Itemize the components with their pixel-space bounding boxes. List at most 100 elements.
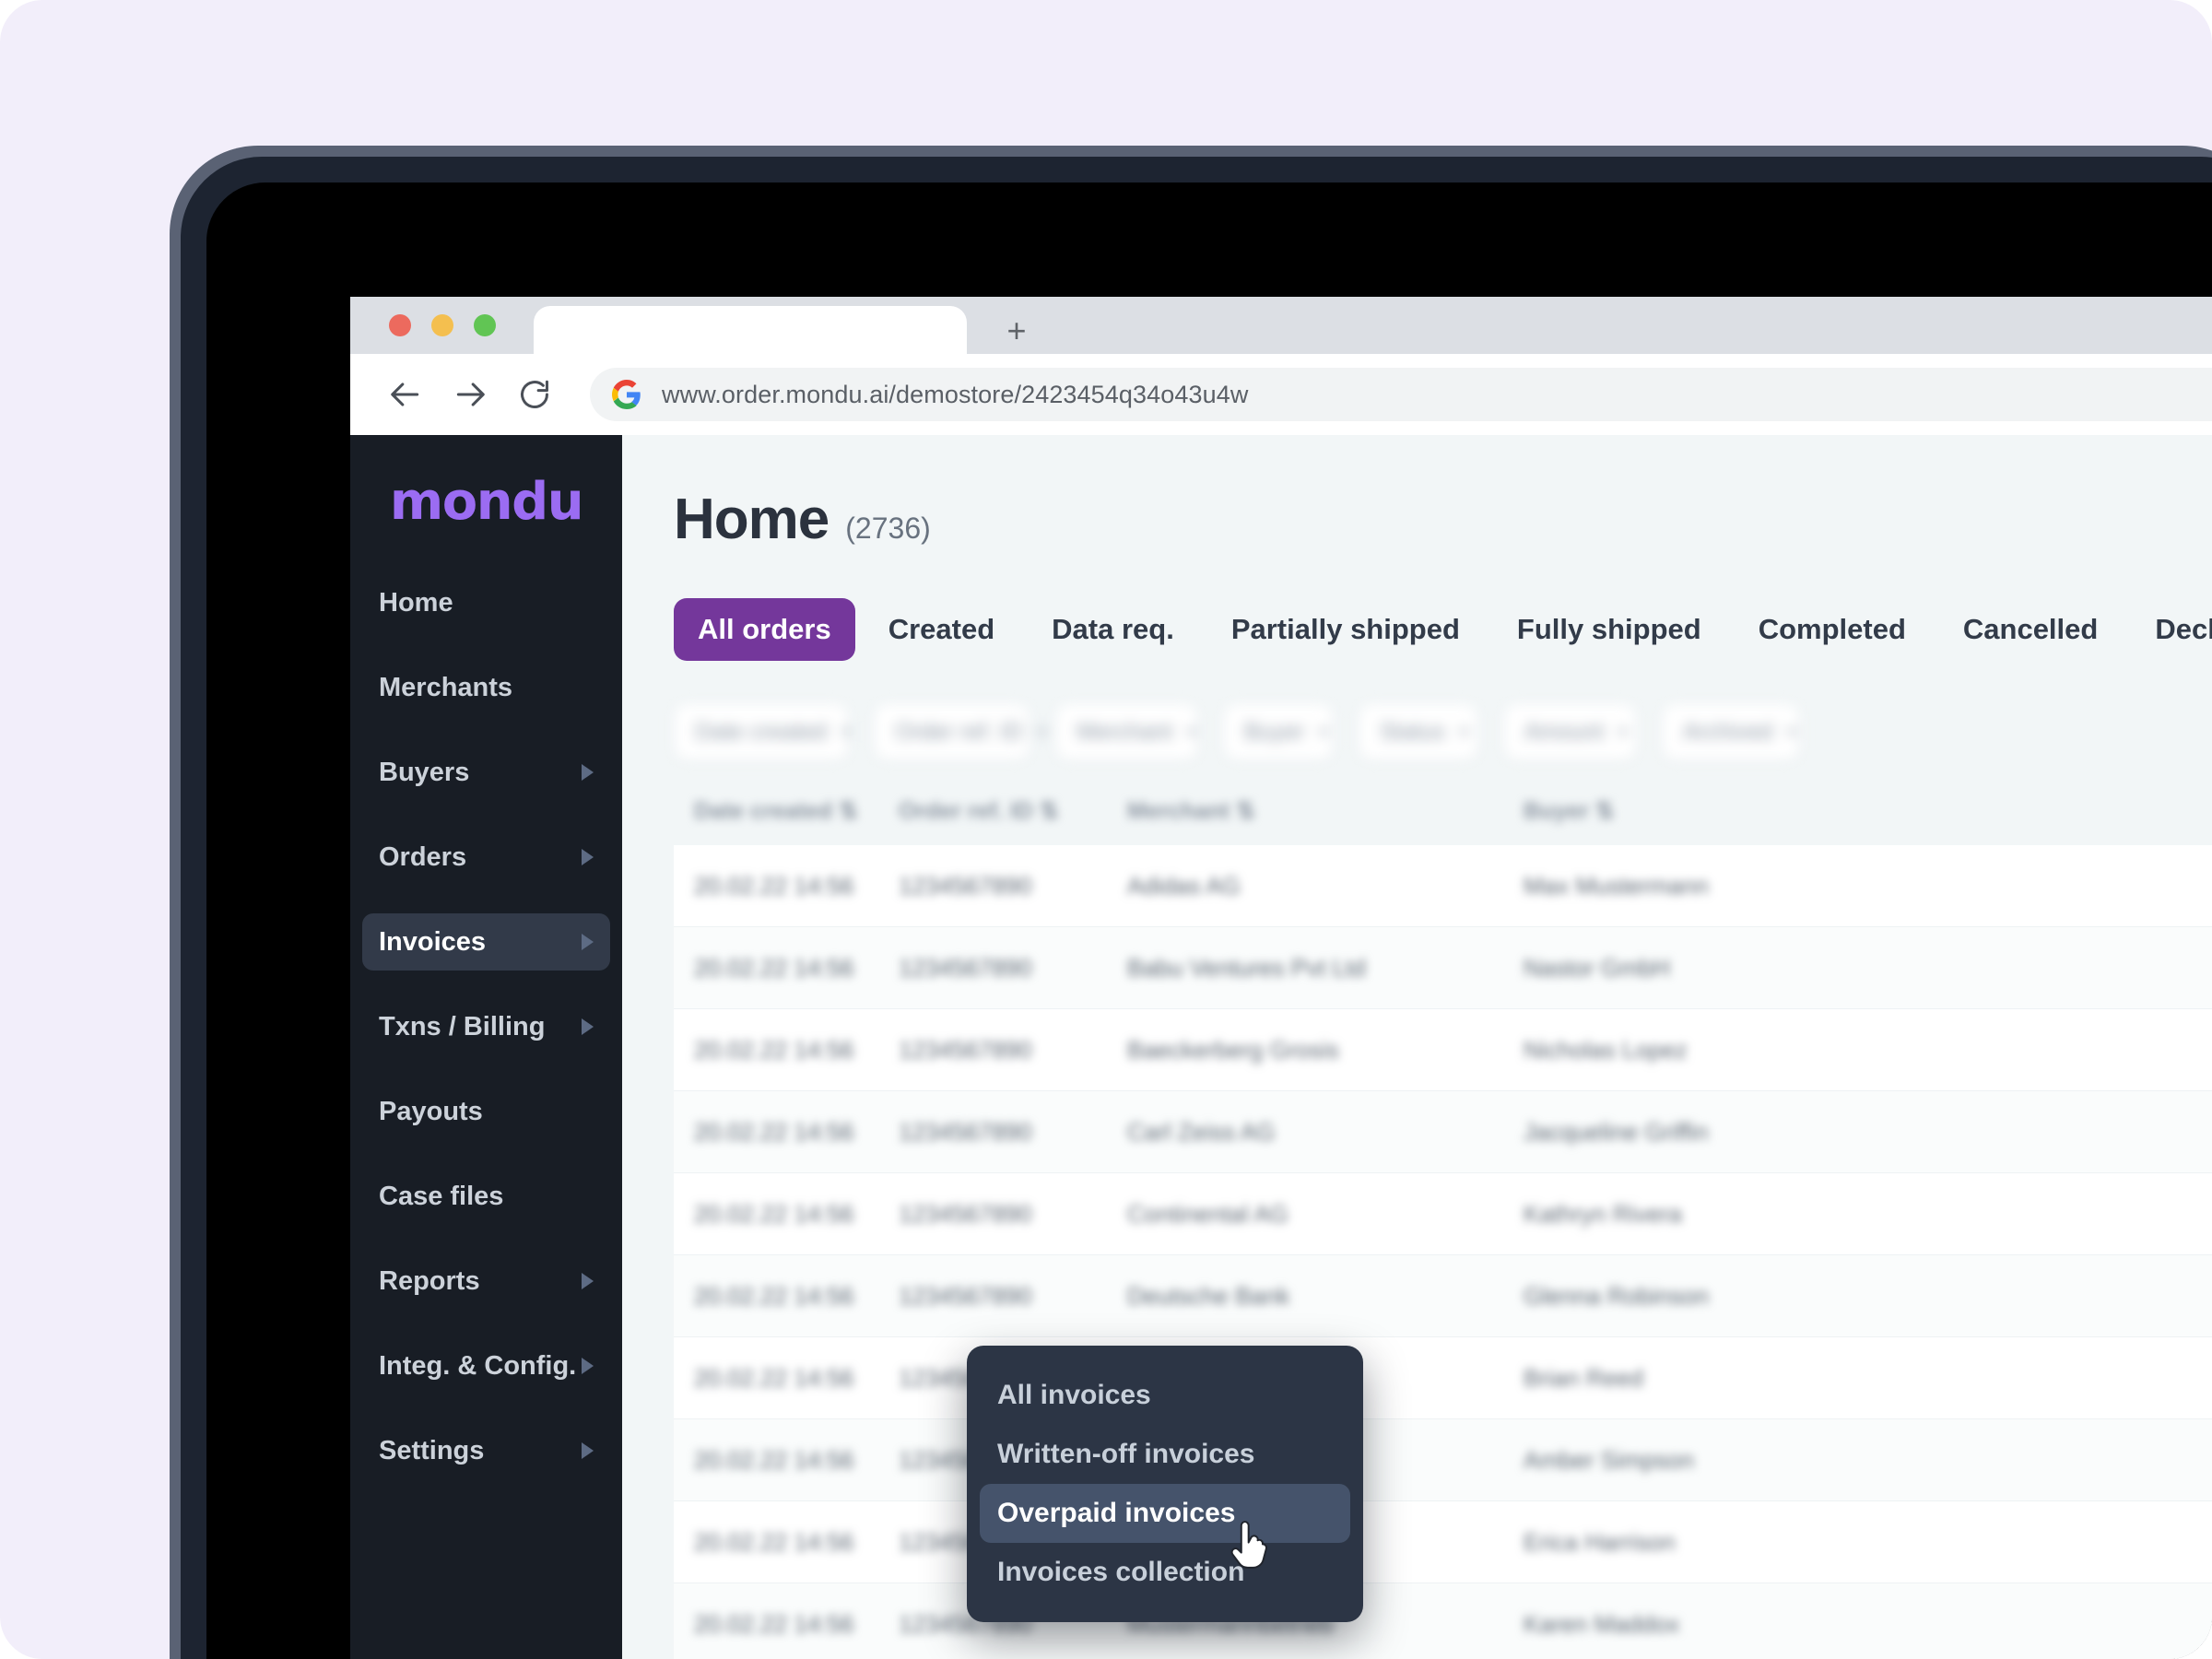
sidebar-item-orders[interactable]: Orders [362, 829, 610, 886]
sidebar-item-invoices[interactable]: Invoices [362, 913, 610, 971]
table-cell-buyer: Brian Reed [1524, 1364, 2003, 1393]
sidebar-item-label: Orders [379, 842, 582, 873]
maximize-window-button[interactable] [474, 314, 496, 336]
table-cell-date: 20.02.22 14:56 [694, 1610, 899, 1639]
browser-tab-strip: + [350, 297, 2212, 354]
table-row[interactable]: 20.02.22 14:561234567890Eberhard FaberAm… [674, 1419, 2212, 1501]
sidebar-item-reports[interactable]: Reports [362, 1253, 610, 1310]
table-row[interactable]: 20.02.22 14:561234567890Babu Ventures Pv… [674, 927, 2212, 1009]
sidebar-item-integ-config[interactable]: Integ. & Config. [362, 1337, 610, 1394]
tab-completed[interactable]: Completed [1735, 598, 1930, 661]
nav-spacer [350, 1142, 622, 1168]
filter-amount[interactable]: Amount▾ [1503, 703, 1637, 760]
table-cell-buyer: Nicholas Lopez [1524, 1036, 2003, 1065]
tab-declined[interactable]: Declined [2131, 598, 2212, 661]
table-row[interactable]: 20.02.22 14:561234567890Mustermannbetrie… [674, 1583, 2212, 1659]
tab-cancelled[interactable]: Cancelled [1939, 598, 2122, 661]
sidebar-item-label: Integ. & Config. [379, 1351, 582, 1382]
chevron-right-icon [582, 1358, 594, 1374]
browser-tab[interactable] [534, 306, 967, 354]
sidebar-item-buyers[interactable]: Buyers [362, 744, 610, 801]
invoices-submenu: All invoicesWritten-off invoicesOverpaid… [967, 1346, 1363, 1622]
sidebar-item-label: Merchants [379, 673, 594, 703]
filter-buyer[interactable]: Buyer▾ [1223, 703, 1334, 760]
submenu-item-all-invoices[interactable]: All invoices [980, 1366, 1350, 1425]
nav-spacer [350, 1481, 622, 1507]
table-row[interactable]: 20.02.22 14:561234567890Carl Zeiss AGJac… [674, 1091, 2212, 1173]
tab-fully-shipped[interactable]: Fully shipped [1493, 598, 1725, 661]
table-row[interactable]: 20.02.22 14:561234567890DHL ExpressBrian… [674, 1337, 2212, 1419]
tab-all-orders[interactable]: All orders [674, 598, 855, 661]
chevron-down-icon: ▾ [1618, 723, 1627, 742]
table-row[interactable]: 20.02.22 14:561234567890Deutsche BankGle… [674, 1255, 2212, 1337]
tab-created[interactable]: Created [865, 598, 1018, 661]
sidebar: mondu HomeMerchantsBuyersOrdersInvoicesT… [350, 435, 622, 1659]
page-title: Home [674, 487, 829, 552]
tab-data-req[interactable]: Data req. [1028, 598, 1198, 661]
browser-toolbar: www.order.mondu.ai/demostore/2423454q34o… [350, 354, 2212, 435]
chevron-right-icon [582, 934, 594, 950]
submenu-item-overpaid-invoices[interactable]: Overpaid invoices [980, 1484, 1350, 1543]
submenu-item-invoices-collection[interactable]: Invoices collection [980, 1543, 1350, 1602]
table-cell-status [2003, 1112, 2212, 1152]
table-column-header[interactable]: Order ref. ID ⇅ [899, 797, 1127, 825]
chevron-down-icon: ▾ [1787, 723, 1795, 742]
table-cell-buyer: Max Mustermann [1524, 872, 2003, 900]
sidebar-item-txns-billing[interactable]: Txns / Billing [362, 998, 610, 1055]
table-row[interactable]: 20.02.22 14:561234567890Evonik Industrie… [674, 1501, 2212, 1583]
sidebar-item-label: Payouts [379, 1097, 594, 1127]
table-cell-buyer: Glenna Robinson [1524, 1282, 2003, 1311]
nav-spacer [350, 1312, 622, 1337]
sidebar-item-settings[interactable]: Settings [362, 1422, 610, 1479]
filter-date-created[interactable]: Date created▾ [674, 703, 849, 760]
filter-archived[interactable]: Archived▾ [1662, 703, 1800, 760]
table-cell-date: 20.02.22 14:56 [694, 1446, 899, 1475]
filter-merchant[interactable]: Merchant▾ [1055, 703, 1198, 760]
screenshot-canvas: + [0, 0, 2212, 1659]
nav-spacer [350, 1057, 622, 1083]
table-row[interactable]: 20.02.22 14:561234567890Baeckerberg Gros… [674, 1009, 2212, 1091]
table-cell-order: 1234567890 [899, 954, 1127, 982]
address-bar[interactable]: www.order.mondu.ai/demostore/2423454q34o… [590, 368, 2212, 421]
filter-order-ref-id[interactable]: Order ref. ID▾ [874, 703, 1030, 760]
table-cell-status [2003, 1276, 2212, 1316]
google-icon [612, 380, 641, 409]
table-row[interactable]: 20.02.22 14:561234567890Adidas AGMax Mus… [674, 845, 2212, 927]
sidebar-item-label: Reports [379, 1266, 582, 1297]
reload-button[interactable] [509, 369, 560, 420]
table-column-header[interactable]: Status ⇅ [2003, 797, 2212, 825]
sidebar-item-home[interactable]: Home [362, 574, 610, 631]
sidebar-item-payouts[interactable]: Payouts [362, 1083, 610, 1140]
sidebar-item-label: Txns / Billing [379, 1012, 582, 1042]
table-column-header[interactable]: Date created ⇅ [694, 797, 899, 825]
table-column-header[interactable]: Merchant ⇅ [1127, 797, 1524, 825]
close-window-button[interactable] [389, 314, 411, 336]
forward-button[interactable] [444, 369, 496, 420]
table-cell-merchant: Continental AG [1127, 1200, 1524, 1229]
table-body: 20.02.22 14:56 1234567890 Adidas AGMax Mus… [674, 845, 2212, 1659]
table-cell-buyer: Karen Maddox [1524, 1610, 2003, 1639]
submenu-item-written-off-invoices[interactable]: Written-off invoices [980, 1425, 1350, 1484]
minimize-window-button[interactable] [431, 314, 453, 336]
back-button[interactable] [380, 369, 431, 420]
table-row[interactable]: 20.02.22 14:561234567890Continental AGKa… [674, 1173, 2212, 1255]
tab-partially-shipped[interactable]: Partially shipped [1207, 598, 1484, 661]
table-cell-date: 20.02.22 14:56 [694, 1528, 899, 1557]
filter-status[interactable]: Status▾ [1359, 703, 1478, 760]
table-cell-date: 20.02.22 14:56 [694, 1118, 899, 1147]
filter-label: Status [1380, 719, 1445, 746]
chevron-right-icon [582, 1018, 594, 1035]
table-cell-order: 1234567890 [899, 1282, 1127, 1311]
filter-label: Date created [695, 719, 827, 746]
table-cell-buyer: Amber Simpson [1524, 1446, 2003, 1475]
new-tab-button[interactable]: + [995, 310, 1038, 352]
sidebar-item-label: Invoices [379, 927, 582, 958]
nav-spacer [350, 633, 622, 659]
table-column-header[interactable]: Buyer ⇅ [1524, 797, 2003, 825]
sidebar-item-case-files[interactable]: Case files [362, 1168, 610, 1225]
table-cell-buyer: Erica Harrison [1524, 1528, 2003, 1557]
window-traffic-lights [389, 314, 496, 336]
table-cell-merchant: Adidas AG [1127, 872, 1524, 900]
sidebar-item-merchants[interactable]: Merchants [362, 659, 610, 716]
chevron-down-icon: ▾ [1038, 723, 1046, 742]
